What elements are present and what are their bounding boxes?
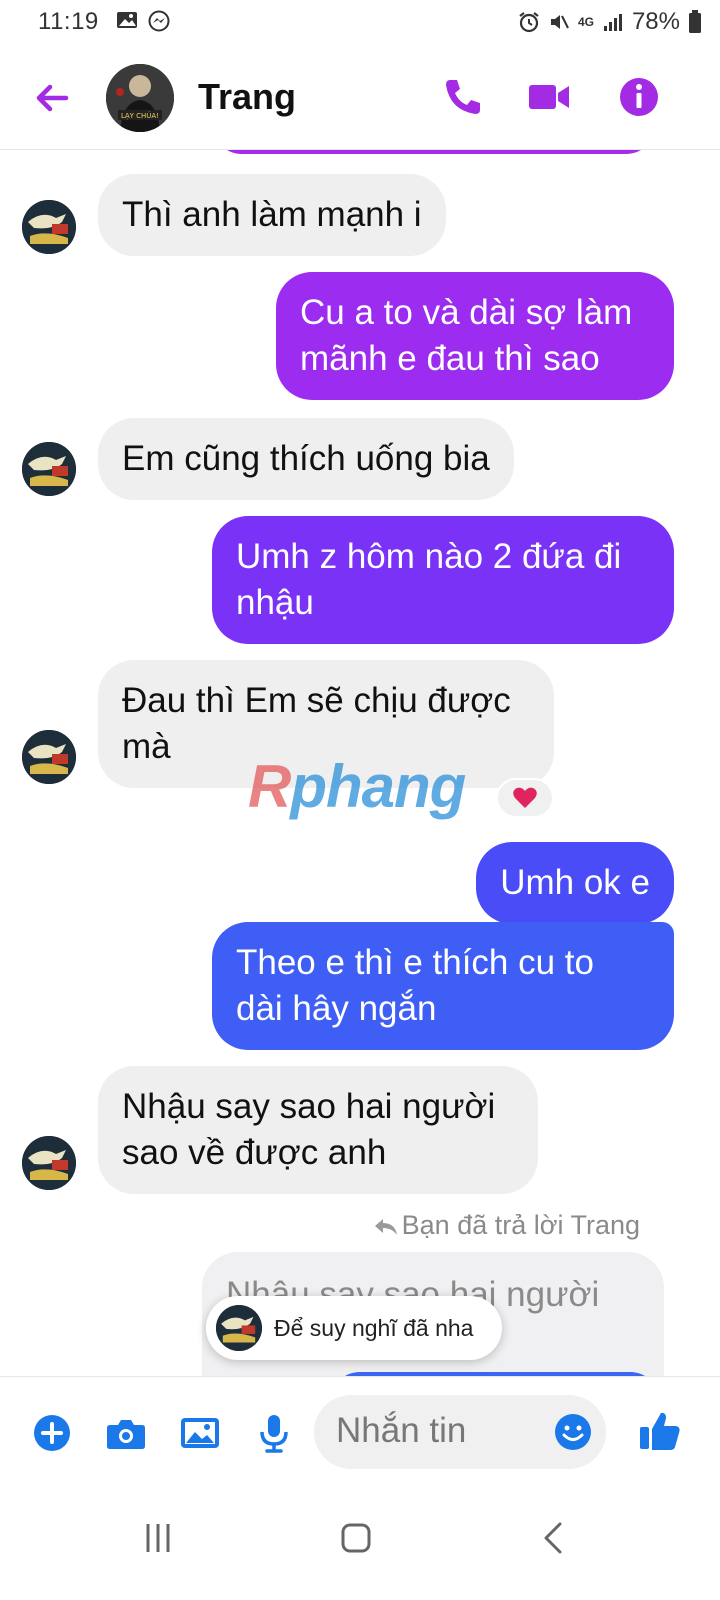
info-icon[interactable]	[616, 74, 662, 120]
heart-reaction[interactable]	[496, 778, 554, 818]
reply-note: Bạn đã trả lời Trang	[374, 1210, 640, 1241]
back-nav-icon[interactable]	[524, 1508, 584, 1568]
status-time: 11:19	[38, 8, 99, 35]
microphone-icon[interactable]	[252, 1411, 296, 1455]
reply-arrow-icon	[374, 1219, 397, 1235]
message-composer: Nhắn tin	[0, 1376, 720, 1488]
status-right: 4G 78%	[518, 8, 702, 36]
sender-avatar[interactable]	[22, 200, 76, 254]
video-camera-icon[interactable]	[526, 74, 572, 120]
watermark-logo: Rphang	[248, 753, 466, 820]
gallery-icon[interactable]	[178, 1411, 222, 1455]
message-bubble-outgoing[interactable]: Umh z hôm nào 2 đứa đi nhậu	[212, 516, 674, 644]
previous-message-edge	[212, 150, 656, 154]
recent-apps-icon[interactable]	[128, 1508, 188, 1568]
camera-icon[interactable]	[104, 1411, 148, 1455]
status-notification-icons	[116, 10, 170, 32]
phone-icon[interactable]	[440, 74, 486, 120]
svg-text:LẠY CHÚA!: LẠY CHÚA!	[121, 111, 159, 120]
messenger-chat-screen: 11:19 4G 78% LẠY CHÚA! Trang Thì anh làm…	[0, 0, 720, 1600]
heart-icon	[513, 787, 537, 808]
toast-avatar	[216, 1305, 262, 1351]
typing-toast[interactable]: Để suy nghĩ đã nha	[206, 1296, 502, 1360]
message-bubble-outgoing[interactable]: Theo e thì e thích cu to dài hây ngắn	[212, 922, 674, 1050]
back-arrow-icon[interactable]	[30, 76, 74, 120]
message-input-placeholder: Nhắn tin	[336, 1411, 467, 1450]
signal-icon	[603, 14, 622, 31]
contact-name[interactable]: Trang	[198, 76, 296, 118]
sender-avatar[interactable]	[22, 730, 76, 784]
message-input[interactable]: Nhắn tin	[314, 1395, 606, 1469]
toast-text: Để suy nghĩ đã nha	[274, 1314, 474, 1341]
alarm-icon	[519, 12, 539, 33]
message-bubble-outgoing[interactable]: Cu a to và dài sợ làm mãnh e đau thì sao	[276, 272, 674, 400]
sender-avatar[interactable]	[22, 442, 76, 496]
gallery-notification-icon	[117, 12, 137, 28]
message-bubble-incoming[interactable]: Em cũng thích uống bia	[98, 418, 514, 500]
battery-percent: 78%	[631, 8, 680, 35]
message-bubble-incoming[interactable]: Nhậu say sao hai người sao về được anh	[98, 1066, 538, 1194]
message-bubble-outgoing[interactable]: Umh ok e	[476, 842, 674, 924]
messenger-notification-icon	[148, 10, 170, 32]
sender-avatar[interactable]	[22, 1136, 76, 1190]
plus-icon[interactable]	[30, 1411, 74, 1455]
battery-icon	[689, 10, 701, 33]
network-type: 4G	[577, 15, 594, 29]
home-icon[interactable]	[326, 1508, 386, 1568]
mute-icon	[550, 15, 569, 29]
thumbs-up-icon[interactable]	[636, 1407, 684, 1455]
message-bubble-incoming[interactable]: Thì anh làm mạnh i	[98, 174, 446, 256]
status-bar: 11:19 4G 78%	[0, 0, 720, 46]
system-nav-bar	[0, 1488, 720, 1600]
message-list[interactable]: Thì anh làm mạnh i Cu a to và dài sợ làm…	[0, 150, 720, 1402]
emoji-icon[interactable]	[552, 1411, 594, 1453]
chat-header: LẠY CHÚA! Trang	[0, 46, 720, 150]
contact-avatar[interactable]: LẠY CHÚA!	[106, 64, 174, 132]
